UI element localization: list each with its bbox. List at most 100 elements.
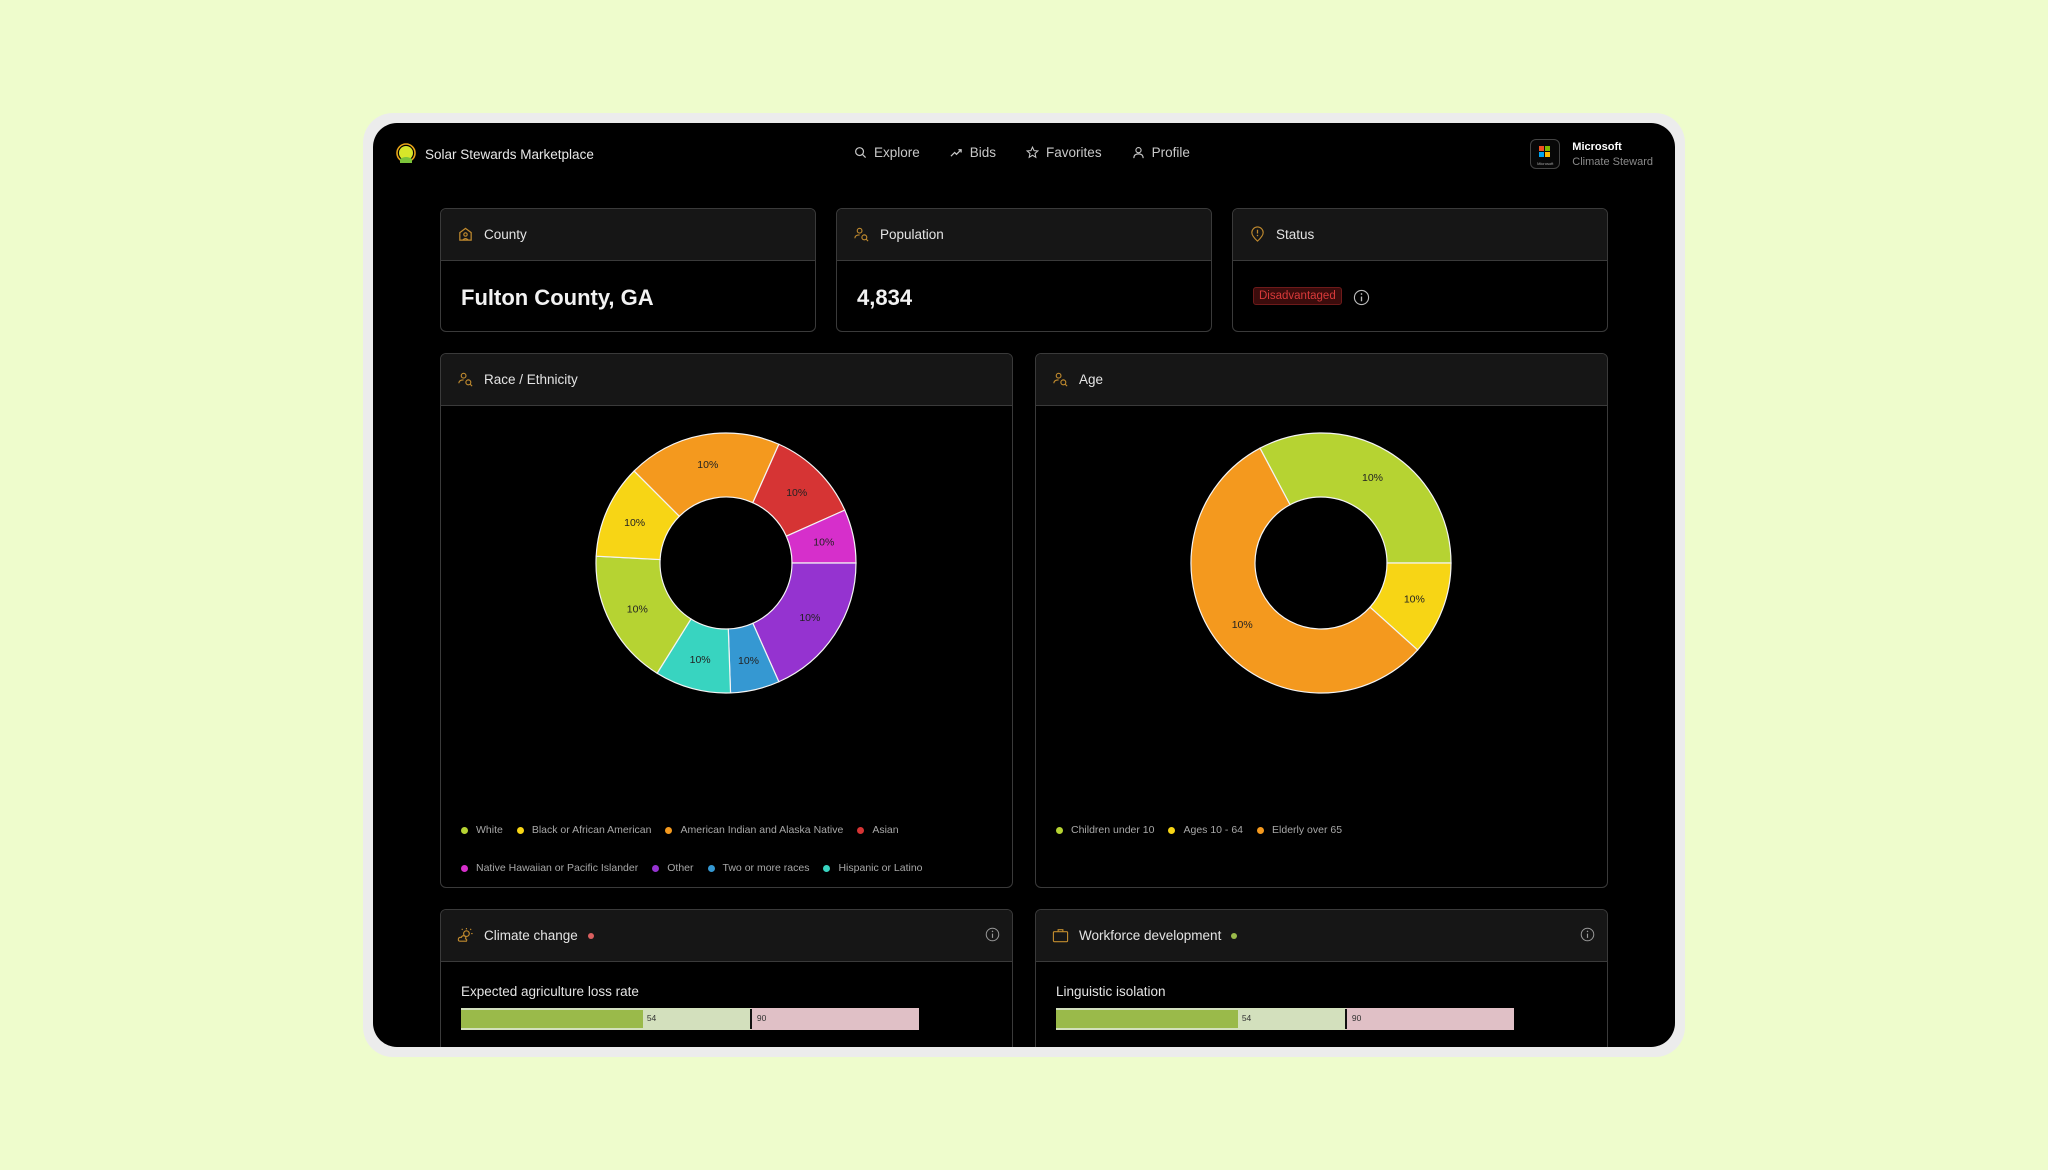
sun-cloud-icon — [457, 927, 473, 942]
population-value: 4,834 — [857, 285, 913, 310]
info-icon[interactable] — [1580, 927, 1595, 942]
legend-item[interactable]: Black or African American — [516, 824, 652, 836]
microsoft-logo: Microsoft — [1530, 139, 1561, 169]
info-icon[interactable] — [1353, 289, 1370, 306]
climate-change-card: Climate change Expected agriculture loss… — [440, 909, 1013, 1047]
slice-data-label: 10% — [786, 487, 807, 499]
metric-progress-bar: 54 90 — [461, 1008, 919, 1030]
legend-label: Black or African American — [531, 824, 652, 836]
nav-favorites[interactable]: Favorites — [1026, 145, 1102, 160]
county-value: Fulton County, GA — [461, 285, 654, 310]
nav-bids[interactable]: Bids — [950, 145, 996, 160]
legend-item[interactable]: Other — [652, 862, 694, 874]
legend-item[interactable]: Elderly over 65 — [1257, 824, 1342, 836]
slice-data-label: 10% — [690, 654, 711, 666]
legend-item[interactable]: White — [461, 824, 503, 836]
legend-item[interactable]: Two or more races — [707, 862, 809, 874]
user-search-icon — [458, 372, 473, 387]
legend-swatch — [707, 864, 715, 872]
top-nav: Solar Stewards Marketplace Explore Bids … — [373, 123, 1675, 187]
logo-square-blue — [1539, 152, 1545, 157]
logo-square-red — [1539, 146, 1545, 151]
donut-slice-children-under-10[interactable] — [1259, 432, 1452, 564]
legend-label: Children under 10 — [1071, 824, 1155, 836]
alert-pin-icon — [1251, 226, 1264, 242]
legend-item[interactable]: Hispanic or Latino — [823, 862, 923, 874]
bar-threshold-label: 90 — [1351, 1013, 1362, 1023]
slice-data-label: 10% — [813, 537, 834, 549]
metric-label: Expected agriculture loss rate — [461, 984, 639, 999]
slice-data-label: 10% — [738, 655, 759, 667]
bar-threshold-label: 90 — [756, 1013, 767, 1023]
nav-explore[interactable]: Explore — [854, 145, 920, 160]
bar-risk-zone — [1345, 1008, 1514, 1030]
user-search-icon — [1053, 372, 1068, 387]
bar-value-label: 54 — [1241, 1013, 1252, 1023]
legend-item[interactable]: Asian — [857, 824, 899, 836]
legend-swatch — [461, 826, 468, 834]
app-screen: Solar Stewards Marketplace Explore Bids … — [373, 123, 1675, 1047]
status-label: Status — [1276, 227, 1315, 242]
user-search-icon — [854, 227, 869, 242]
legend-item[interactable]: Native Hawaiian or Pacific Islander — [461, 862, 638, 874]
workforce-development-card: Workforce development Linguistic isolati… — [1035, 909, 1608, 1047]
legend-label: Hispanic or Latino — [838, 862, 923, 874]
app-title: Solar Stewards Marketplace — [425, 146, 594, 162]
age-donut-chart: 10% 10% 10% — [1190, 432, 1452, 694]
legend-swatch — [652, 864, 660, 872]
nav-favorites-label: Favorites — [1046, 145, 1102, 160]
legend-label: Elderly over 65 — [1272, 824, 1343, 836]
info-icon[interactable] — [985, 927, 1000, 942]
account-menu[interactable]: Microsoft Microsoft Climate Steward — [1530, 139, 1653, 169]
nav-links: Explore Bids Favorites Profile — [854, 145, 1190, 160]
user-icon — [1132, 147, 1144, 159]
bar-value-fill — [1056, 1010, 1238, 1028]
status-card: Status Disadvantaged — [1232, 208, 1608, 332]
briefcase-icon — [1052, 929, 1069, 943]
legend-item[interactable]: Ages 10 - 64 — [1168, 824, 1243, 836]
bar-threshold-marker — [749, 1009, 752, 1029]
nav-explore-label: Explore — [874, 145, 920, 160]
home-pin-icon — [459, 227, 472, 241]
legend-item[interactable]: Children under 10 — [1056, 824, 1154, 836]
race-legend: White Black or African American American I… — [461, 824, 992, 874]
slice-data-label: 10% — [1404, 593, 1425, 605]
slice-data-label: 10% — [624, 517, 645, 529]
nav-profile-label: Profile — [1151, 145, 1190, 160]
account-role: Climate Steward — [1572, 155, 1653, 168]
logo-caption: Microsoft — [1537, 161, 1554, 166]
brand[interactable]: Solar Stewards Marketplace — [395, 143, 594, 165]
legend-label: Ages 10 - 64 — [1183, 824, 1244, 836]
solar-logo-icon — [396, 143, 416, 163]
slice-data-label: 10% — [1232, 619, 1253, 631]
race-ethnicity-card: Race / Ethnicity 10% 10% 10% 10% 10% 10% 10% 10… — [440, 353, 1013, 888]
population-card: Population 4,834 — [836, 208, 1212, 332]
age-card-title: Age — [1079, 372, 1104, 387]
legend-label: Native Hawaiian or Pacific Islander — [476, 862, 639, 874]
legend-swatch — [1056, 826, 1063, 834]
legend-label: White — [476, 824, 503, 836]
age-card: Age 10% 10% 10% Children under 10 Ages 10 -… — [1035, 353, 1608, 888]
status-dot — [1231, 932, 1238, 939]
status-dot — [587, 932, 594, 939]
race-card-title: Race / Ethnicity — [484, 372, 578, 387]
metric-progress-bar: 54 90 — [1056, 1008, 1514, 1030]
search-icon — [855, 147, 867, 159]
slice-data-label: 10% — [697, 459, 718, 471]
slice-data-label: 10% — [1362, 472, 1383, 484]
county-label: County — [484, 227, 527, 242]
bar-risk-zone — [750, 1008, 919, 1030]
slice-data-label: 10% — [799, 612, 820, 624]
legend-swatch — [1168, 826, 1176, 834]
legend-item[interactable]: American Indian and Alaska Native — [665, 824, 843, 836]
logo-square-green — [1545, 146, 1551, 151]
county-card: County Fulton County, GA — [440, 208, 816, 332]
nav-profile[interactable]: Profile — [1132, 145, 1190, 160]
bar-value-fill — [461, 1010, 643, 1028]
metric-label: Linguistic isolation — [1056, 984, 1166, 999]
legend-swatch — [857, 826, 865, 834]
population-label: Population — [880, 227, 944, 242]
nav-bids-label: Bids — [969, 145, 997, 160]
legend-label: Asian — [872, 824, 899, 836]
star-icon — [1026, 146, 1040, 159]
